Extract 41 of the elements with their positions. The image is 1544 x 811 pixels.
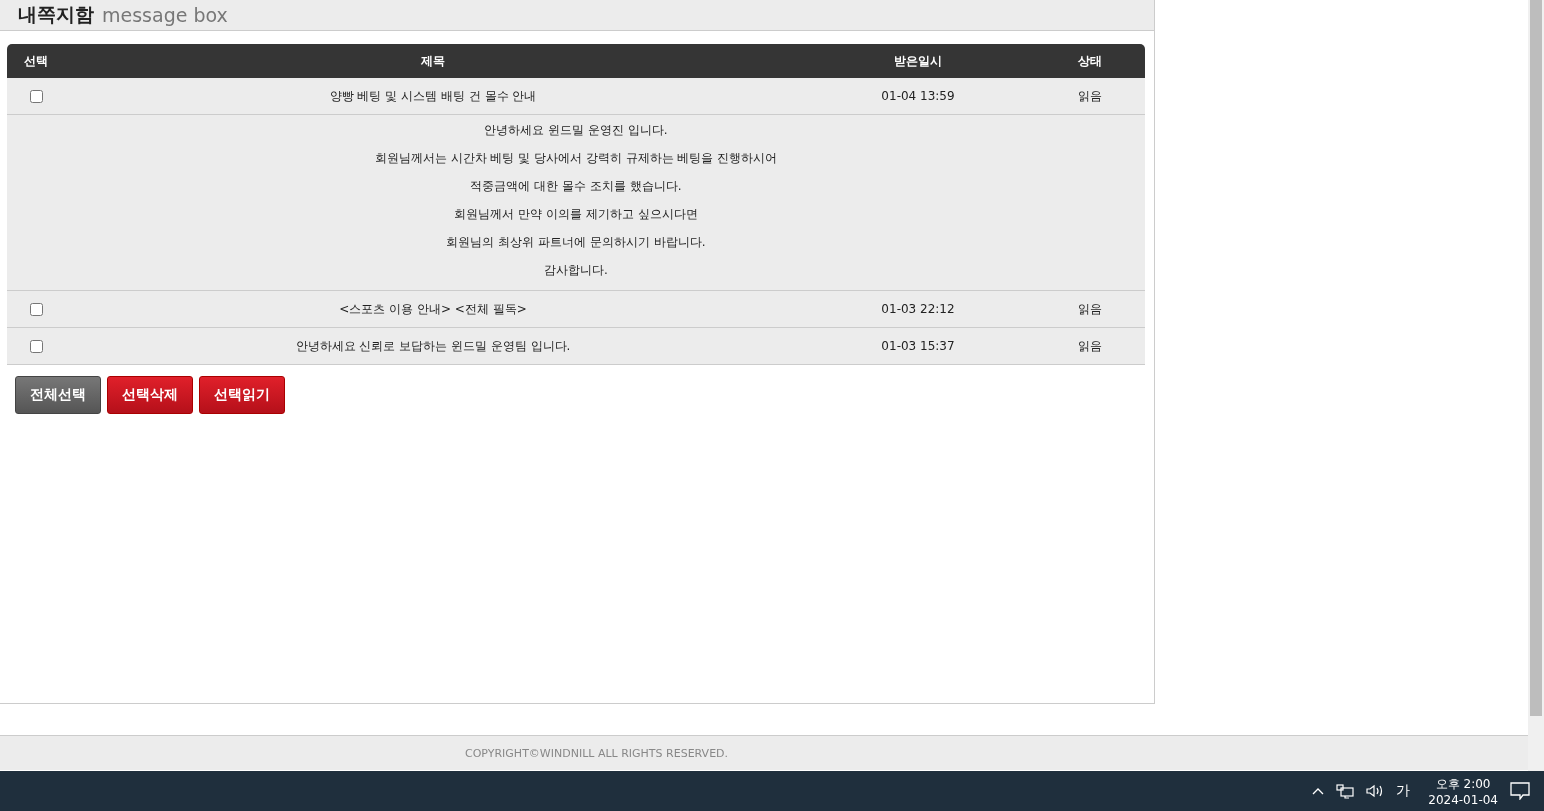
page-subtitle: message box bbox=[102, 4, 228, 26]
column-header: 받은일시 bbox=[893, 52, 943, 70]
read-status: 읽음 bbox=[1077, 337, 1103, 355]
network-icon[interactable] bbox=[1336, 783, 1355, 799]
scroll-thumb[interactable] bbox=[1530, 0, 1542, 716]
clock[interactable]: 오후 2:00 2024-01-04 bbox=[1428, 775, 1498, 807]
input-method-indicator[interactable]: 가 bbox=[1396, 782, 1411, 800]
select-checkbox[interactable] bbox=[29, 339, 43, 353]
message-line: 안녕하세요 윈드밀 운영진 입니다. bbox=[484, 122, 668, 139]
page-title: 내쪽지함 bbox=[18, 2, 94, 27]
received-date: 01-04 13:59 bbox=[880, 89, 956, 103]
message-row[interactable]: 안녕하세요 신뢰로 보답하는 윈드밀 운영팀 입니다. 01-03 15:37 읽음 bbox=[7, 328, 1145, 365]
notification-icon[interactable] bbox=[1510, 782, 1530, 800]
message-title[interactable]: <스포츠 이용 안내> <전체 필독> bbox=[65, 300, 801, 318]
column-header: 선택 bbox=[23, 52, 49, 70]
chevron-up-icon[interactable] bbox=[1312, 787, 1325, 795]
message-title[interactable]: 안녕하세요 신뢰로 보답하는 윈드밀 운영팀 입니다. bbox=[65, 337, 801, 355]
message-line: 회원님께서는 시간차 베팅 및 당사에서 강력히 규제하는 베팅을 진행하시어 bbox=[374, 150, 778, 167]
column-header: 제목 bbox=[420, 52, 446, 70]
clock-date: 2024-01-04 bbox=[1428, 792, 1498, 807]
message-title[interactable]: 양빵 베팅 및 시스템 배팅 건 몰수 안내 bbox=[65, 87, 801, 105]
message-line: 회원님의 최상위 파트너에 문의하시기 바랍니다. bbox=[446, 234, 706, 251]
message-line: 적중금액에 대한 몰수 조치를 했습니다. bbox=[470, 178, 682, 195]
message-row[interactable]: <스포츠 이용 안내> <전체 필독> 01-03 22:12 읽음 bbox=[7, 291, 1145, 328]
speaker-icon[interactable] bbox=[1366, 784, 1385, 798]
action-button[interactable]: 전체선택 bbox=[15, 376, 101, 414]
column-header: 상태 bbox=[1077, 52, 1103, 70]
read-status: 읽음 bbox=[1077, 87, 1103, 105]
read-status: 읽음 bbox=[1077, 300, 1103, 318]
received-date: 01-03 22:12 bbox=[880, 302, 956, 316]
message-row[interactable]: 양빵 베팅 및 시스템 배팅 건 몰수 안내 01-04 13:59 읽음 bbox=[7, 78, 1145, 115]
action-button[interactable]: 선택읽기 bbox=[199, 376, 285, 414]
copyright-text: COPYRIGHT©WINDNILL ALL RIGHTS RESERVED. bbox=[465, 746, 729, 760]
scrollbar[interactable] bbox=[1528, 0, 1544, 771]
clock-time: 오후 2:00 bbox=[1435, 775, 1491, 793]
action-button[interactable]: 선택삭제 bbox=[107, 376, 193, 414]
received-date: 01-03 15:37 bbox=[880, 339, 956, 353]
message-line: 회원님께서 만약 이의를 제기하고 싶으시다면 bbox=[454, 206, 698, 223]
message-line: 감사합니다. bbox=[544, 262, 608, 279]
select-checkbox[interactable] bbox=[29, 89, 43, 103]
select-checkbox[interactable] bbox=[29, 302, 43, 316]
